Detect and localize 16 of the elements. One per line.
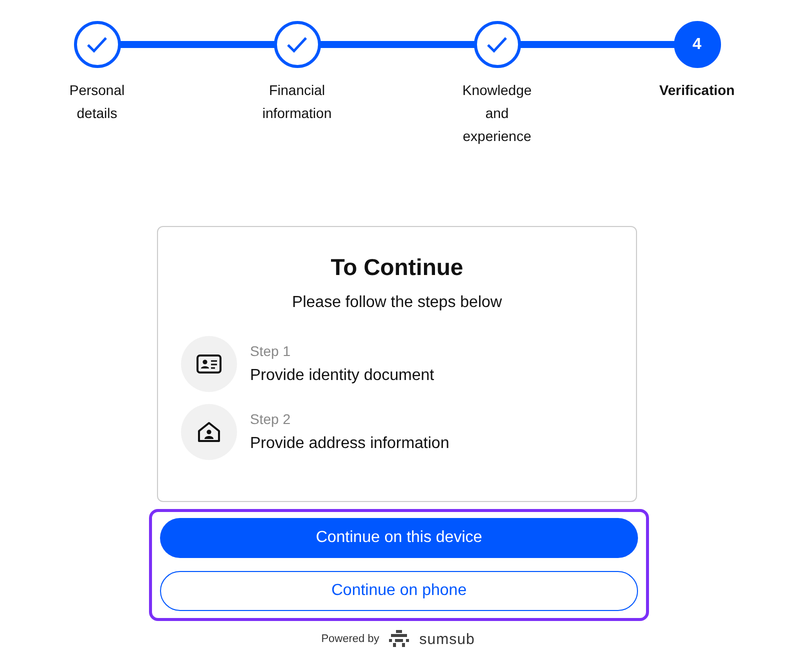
step-description: Provide identity document [250, 366, 434, 386]
step-number: 4 [674, 21, 720, 68]
phone-button[interactable]: Continue on phone [160, 571, 638, 611]
step-description: Provide address information [250, 434, 450, 454]
step-label: Financial information [261, 81, 333, 123]
step-caption: Step 2 [250, 410, 292, 428]
step-label: Verification [658, 81, 736, 100]
sumsub-logo-icon [387, 630, 412, 648]
step-caption: Step 1 [250, 342, 292, 360]
brand-name: sumsub [419, 630, 475, 648]
step-label: Personal details [68, 81, 126, 123]
continue-button[interactable]: Continue on this device [160, 518, 638, 558]
card-subtitle: Please follow the steps below [291, 293, 503, 313]
powered-by-text: Powered by [321, 633, 380, 645]
step-label: Knowledge and experience [461, 81, 533, 146]
card-title: To Continue [330, 253, 464, 281]
